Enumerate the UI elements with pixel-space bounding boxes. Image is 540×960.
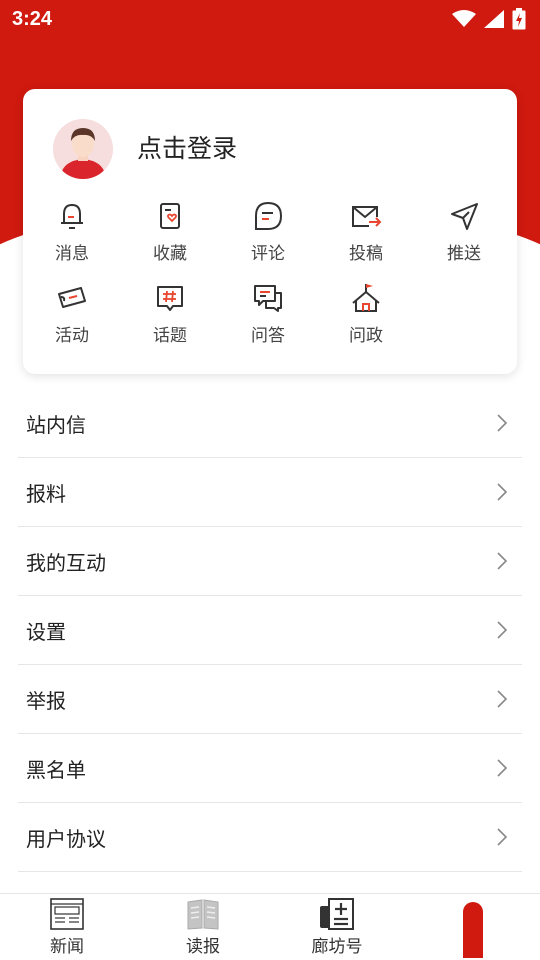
favorite-doc-icon [160, 203, 180, 229]
bell-icon [61, 203, 83, 229]
status-time: 3:24 [12, 7, 53, 30]
tab-label: 廊坊号 [311, 937, 363, 957]
quick-action-label: 推送 [447, 244, 481, 264]
menu-item-label: 黑名单 [26, 757, 86, 782]
qa-icon [254, 285, 282, 312]
quick-action-comment[interactable]: 评论 [219, 199, 317, 269]
tab-label: 新闻 [50, 937, 84, 957]
quick-action-push[interactable]: 推送 [415, 199, 513, 269]
quick-action-label: 话题 [153, 326, 187, 346]
quick-action-label: 评论 [251, 244, 285, 264]
menu-item-label: 报料 [26, 481, 66, 506]
chevron-right-icon [497, 828, 508, 846]
quick-action-message[interactable]: 消息 [23, 199, 121, 269]
battery-icon [512, 8, 526, 30]
login-button[interactable]: 点击登录 [137, 129, 237, 165]
menu-item-user-agreement[interactable]: 用户协议 [18, 803, 522, 872]
chevron-right-icon [497, 483, 508, 501]
settings-menu: 站内信 报料 我的互动 设置 举报 黑名单 用户协议 [18, 389, 522, 872]
menu-item-label: 设置 [26, 619, 66, 644]
menu-item-blacklist[interactable]: 黑名单 [18, 734, 522, 803]
menu-item-tipoff[interactable]: 报料 [18, 458, 522, 527]
bottom-tab-bar: 新闻 读报 廊坊号 [0, 893, 540, 960]
comment-icon [255, 201, 283, 230]
ticket-icon [58, 287, 86, 308]
quick-action-submit[interactable]: 投稿 [317, 199, 415, 269]
menu-item-settings[interactable]: 设置 [18, 596, 522, 665]
status-bar: 3:24 [0, 0, 540, 38]
menu-item-report[interactable]: 举报 [18, 665, 522, 734]
chevron-right-icon [497, 414, 508, 432]
signal-icon [484, 10, 504, 28]
submit-mail-icon [352, 206, 382, 227]
news-icon [50, 898, 84, 930]
chevron-right-icon [497, 759, 508, 777]
tab-profile[interactable] [423, 898, 523, 960]
menu-item-interactions[interactable]: 我的互动 [18, 527, 522, 596]
chevron-right-icon [497, 552, 508, 570]
status-icons [452, 8, 526, 30]
quick-action-label: 问答 [251, 326, 285, 346]
menu-item-label: 站内信 [26, 412, 86, 437]
government-icon [352, 284, 380, 312]
quick-action-favorite[interactable]: 收藏 [121, 199, 219, 269]
tab-label: 读报 [186, 937, 220, 957]
quick-action-label: 活动 [55, 326, 89, 346]
hashtag-icon [157, 286, 183, 311]
send-icon [451, 203, 478, 230]
tab-read-paper[interactable]: 读报 [153, 898, 253, 957]
profile-card: 点击登录 消息 收藏 评论 投稿 推送 活动 话题 问答 问政 [23, 89, 517, 374]
avatar-image [53, 119, 113, 179]
profile-icon [463, 902, 483, 958]
quick-action-label: 问政 [349, 326, 383, 346]
account-icon [320, 898, 354, 930]
quick-action-qa[interactable]: 问答 [219, 281, 317, 351]
quick-action-label: 投稿 [349, 244, 383, 264]
quick-action-label: 收藏 [153, 244, 187, 264]
menu-item-label: 举报 [26, 688, 66, 713]
menu-item-label: 我的互动 [26, 550, 106, 575]
quick-action-government[interactable]: 问政 [317, 281, 415, 351]
chevron-right-icon [497, 621, 508, 639]
menu-item-label: 用户协议 [26, 826, 106, 851]
quick-action-activity[interactable]: 活动 [23, 281, 121, 351]
tab-langfang-account[interactable]: 廊坊号 [287, 898, 387, 957]
newspaper-icon [187, 899, 219, 930]
quick-action-label: 消息 [55, 244, 89, 264]
avatar[interactable] [53, 119, 113, 179]
quick-action-topic[interactable]: 话题 [121, 281, 219, 351]
menu-item-inbox[interactable]: 站内信 [18, 389, 522, 458]
wifi-icon [452, 10, 476, 27]
tab-news[interactable]: 新闻 [17, 898, 117, 957]
chevron-right-icon [497, 690, 508, 708]
